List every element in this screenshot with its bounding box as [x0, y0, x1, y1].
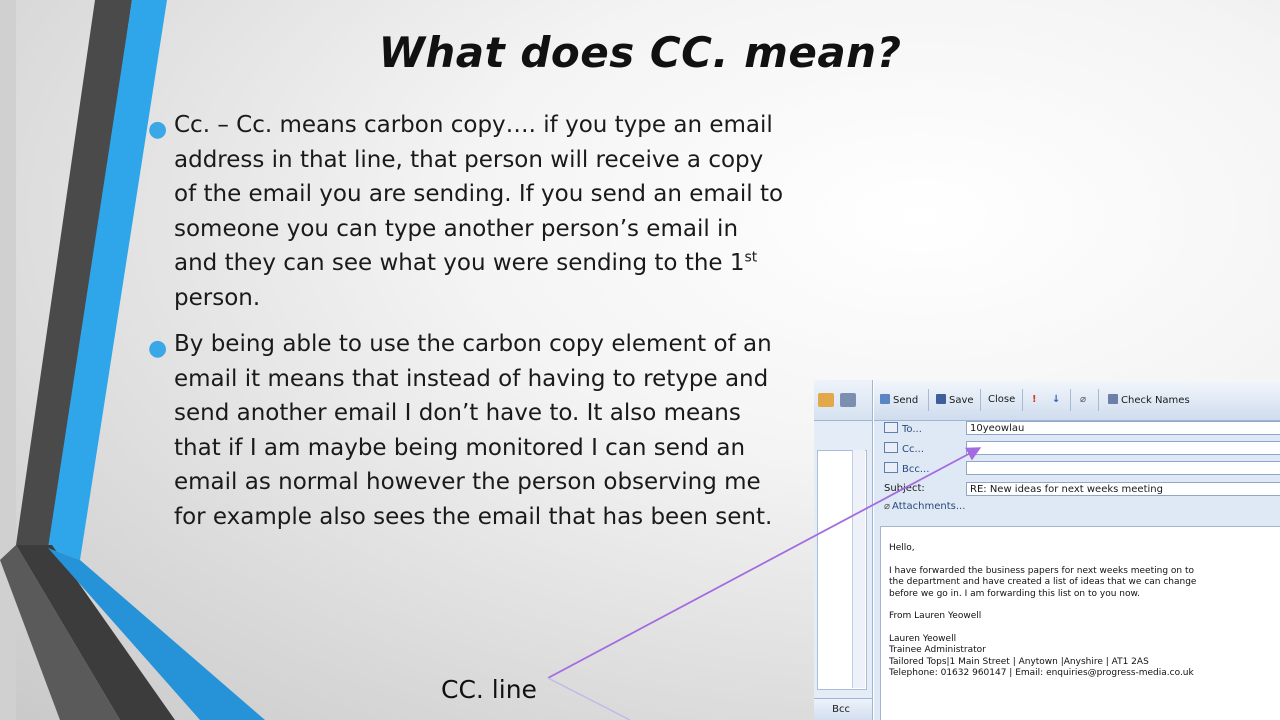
signature-contact: Telephone: 01632 960147 | Email: enquiri…: [889, 668, 1194, 678]
navigation-bcc-label: Bcc: [814, 698, 872, 720]
save-label: Save: [949, 395, 974, 406]
body-line: before we go in. I am forwarding this li…: [889, 588, 1140, 599]
bcc-label: Bcc...: [902, 464, 930, 475]
slide-title: What does CC. mean?: [378, 28, 902, 77]
message-body[interactable]: Hello, I have forwarded the business pap…: [880, 526, 1280, 720]
signature-name: Lauren Yeowell: [889, 633, 957, 644]
subject-label: Subject:: [884, 483, 925, 494]
check-names-icon: [1108, 394, 1118, 404]
to-button[interactable]: To...: [884, 422, 922, 435]
bullet-2-text: By being able to use the carbon copy ele…: [174, 331, 773, 530]
check-names-label: Check Names: [1121, 395, 1190, 406]
bullet-item: ● Cc. – Cc. means carbon copy…. if you t…: [148, 108, 788, 315]
close-button[interactable]: Close: [988, 394, 1015, 405]
bullet-1-superscript: st: [744, 249, 758, 266]
compose-toolbar: Send Save Close ! ↓ ⌀ Check Names: [874, 380, 1280, 421]
paperclip-icon[interactable]: ⌀: [1080, 394, 1086, 405]
navigation-pane: Bcc: [814, 380, 873, 720]
check-names-button[interactable]: Check Names: [1108, 394, 1190, 406]
low-importance-icon[interactable]: ↓: [1052, 394, 1060, 405]
high-importance-icon[interactable]: !: [1032, 394, 1037, 405]
address-book-icon: [884, 422, 898, 433]
to-label: To...: [902, 424, 922, 435]
bullet-1-text: Cc. – Cc. means carbon copy…. if you typ…: [174, 112, 784, 276]
subject-field[interactable]: RE: New ideas for next weeks meeting: [966, 482, 1280, 496]
bcc-field[interactable]: [966, 461, 1280, 475]
body-from: From Lauren Yeowell: [889, 611, 982, 621]
save-icon: [936, 394, 946, 404]
send-icon: [880, 394, 890, 404]
outlook-compose-screenshot: Bcc Send Save Close ! ↓ ⌀ Check Names To…: [814, 380, 1280, 720]
bcc-button[interactable]: Bcc...: [884, 462, 929, 475]
contact-card-icon: [840, 393, 856, 407]
cc-button[interactable]: Cc...: [884, 442, 924, 455]
paperclip-icon: ⌀: [884, 501, 891, 512]
bullet-item: ● By being able to use the carbon copy e…: [148, 327, 788, 534]
cc-field[interactable]: [966, 441, 1280, 455]
save-button[interactable]: Save: [936, 394, 974, 406]
to-field[interactable]: 10yeowlau: [966, 421, 1280, 435]
body-line: the department and have created a list o…: [889, 577, 1197, 587]
send-label: Send: [893, 395, 919, 406]
bullet-dot-icon: ●: [148, 336, 168, 361]
bullet-dot-icon: ●: [148, 117, 168, 142]
cc-line-caption: CC. line: [441, 675, 537, 704]
address-book-icon: [884, 462, 898, 473]
navigation-scrollbar[interactable]: [852, 450, 865, 688]
signature-title: Trainee Administrator: [889, 645, 986, 655]
body-greeting: Hello,: [889, 543, 915, 553]
cc-label: Cc...: [902, 444, 925, 455]
send-button[interactable]: Send: [880, 394, 918, 406]
bullet-list: ● Cc. – Cc. means carbon copy…. if you t…: [148, 108, 788, 546]
attachments-label: Attachments...: [892, 501, 966, 512]
bullet-1-tail: person.: [174, 284, 261, 311]
mail-folder-icon: [818, 393, 834, 407]
address-book-icon: [884, 442, 898, 453]
signature-address: Tailored Tops|1 Main Street | Anytown |A…: [889, 656, 1149, 667]
attachments-button[interactable]: ⌀ Attachments...: [884, 501, 965, 512]
body-line: I have forwarded the business papers for…: [889, 565, 1195, 576]
compose-pane: Send Save Close ! ↓ ⌀ Check Names To... …: [874, 380, 1280, 720]
